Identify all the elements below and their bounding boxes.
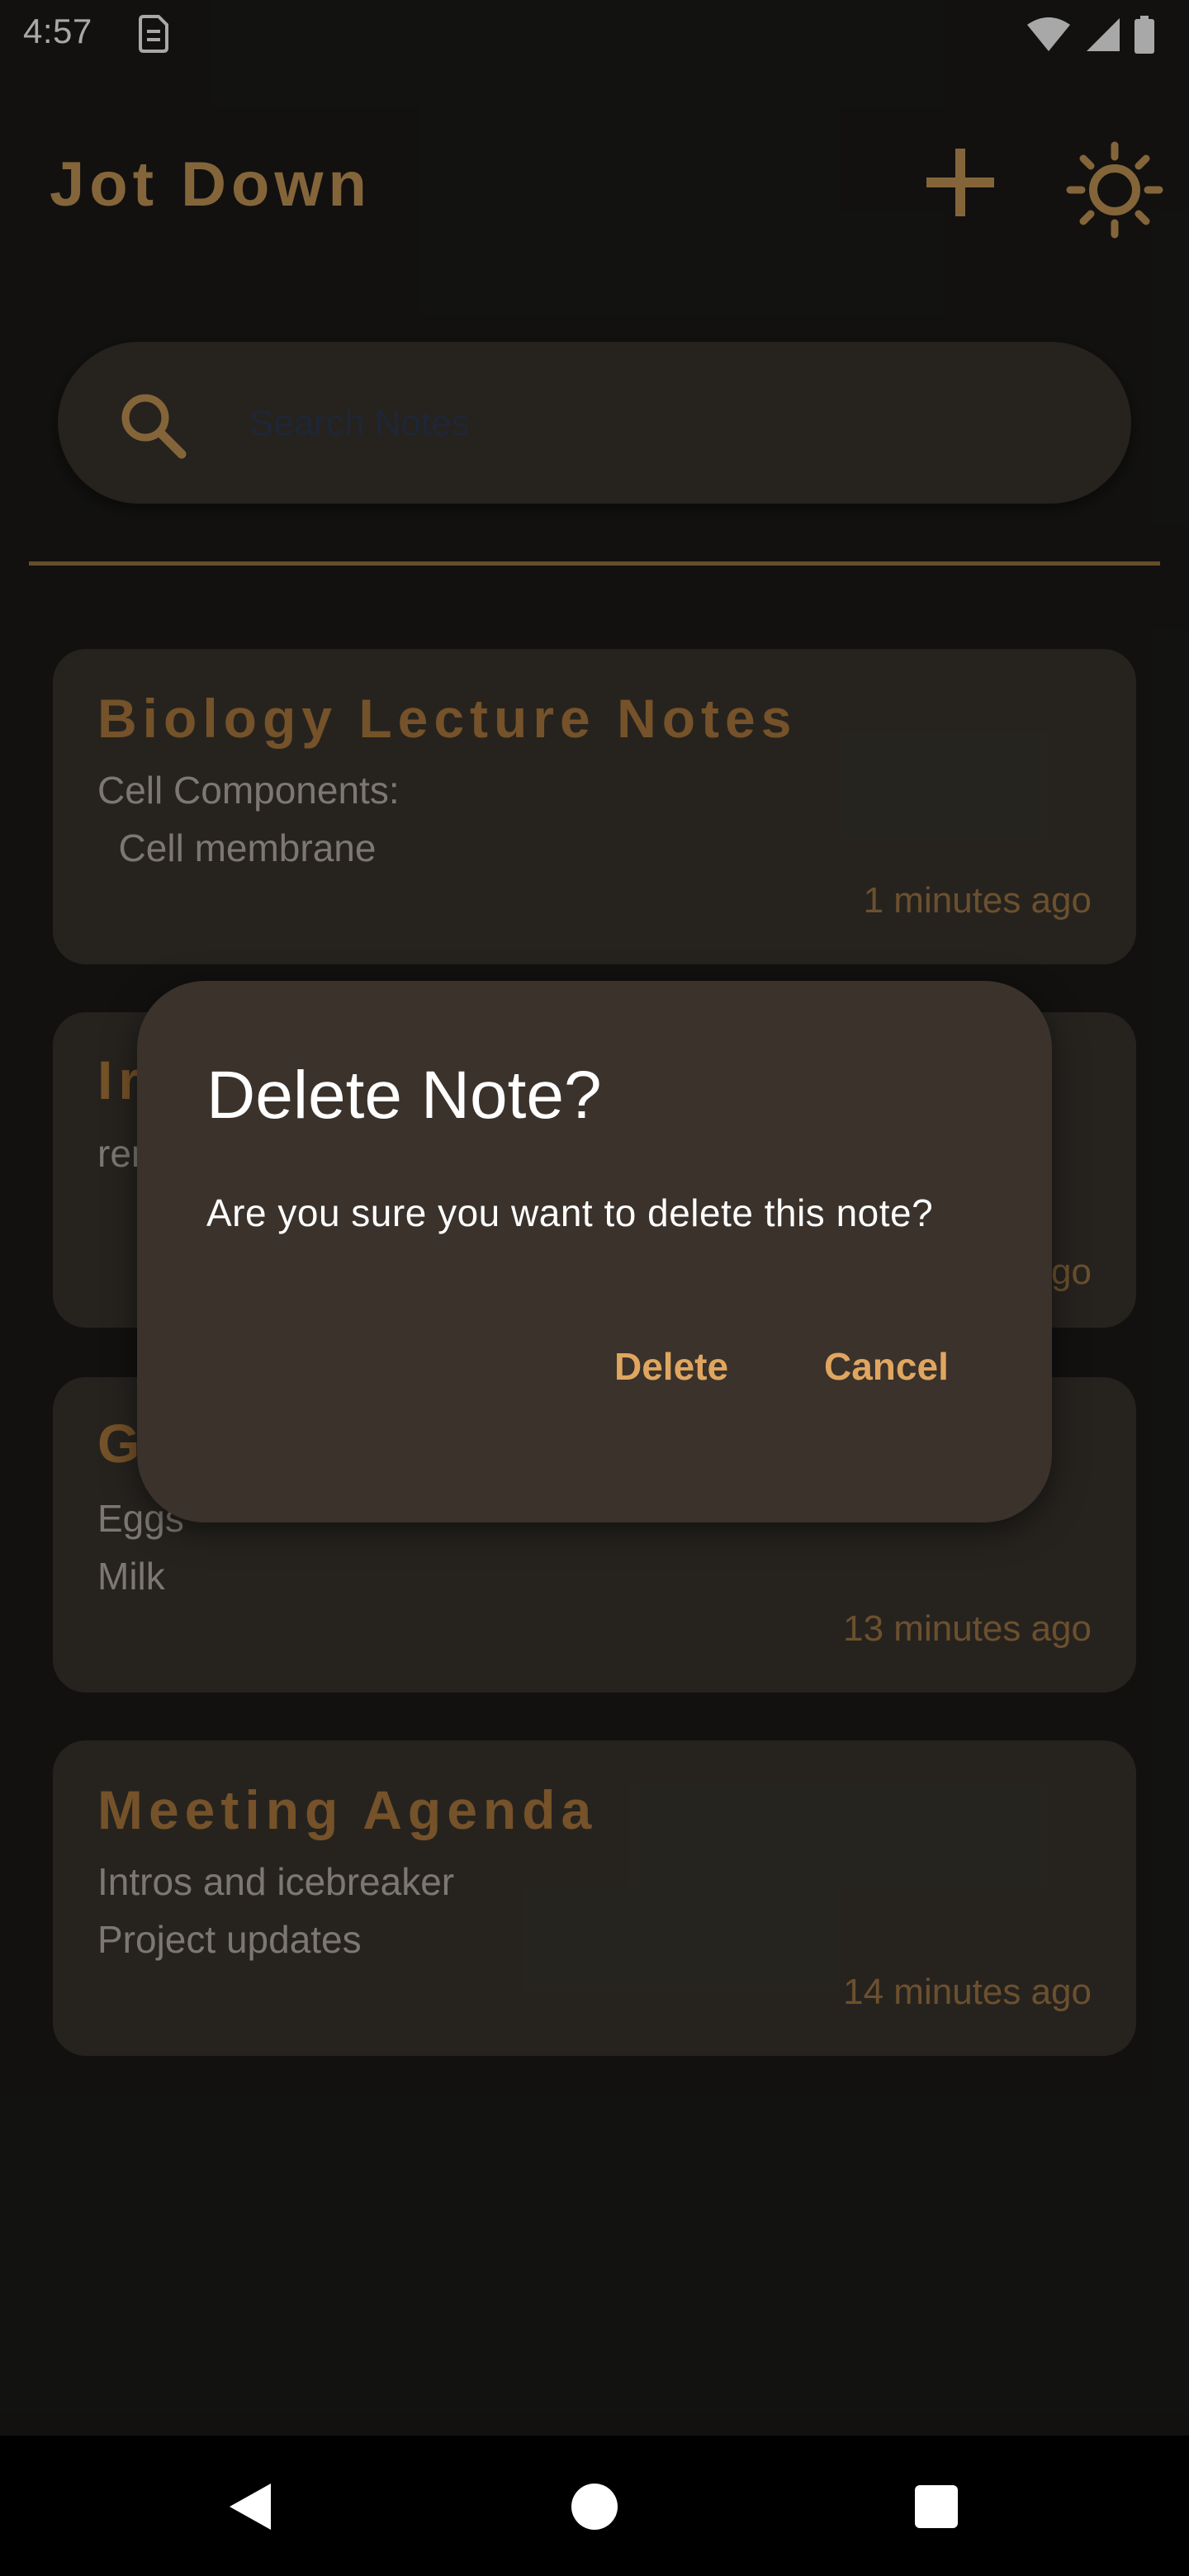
app-screen: 4:57 Jot Down Search Notes Biology Lectu… — [0, 0, 1189, 2576]
back-icon[interactable] — [225, 2480, 274, 2533]
dialog-message: Are you sure you want to delete this not… — [206, 1191, 934, 1234]
recents-icon[interactable] — [915, 2485, 958, 2528]
system-nav-bar — [0, 2436, 1189, 2576]
cancel-button[interactable]: Cancel — [824, 1344, 949, 1389]
delete-button[interactable]: Delete — [614, 1344, 728, 1389]
dialog-title: Delete Note? — [206, 1058, 602, 1133]
home-icon[interactable] — [571, 2484, 618, 2530]
delete-note-dialog: Delete Note? Are you sure you want to de… — [137, 981, 1052, 1522]
